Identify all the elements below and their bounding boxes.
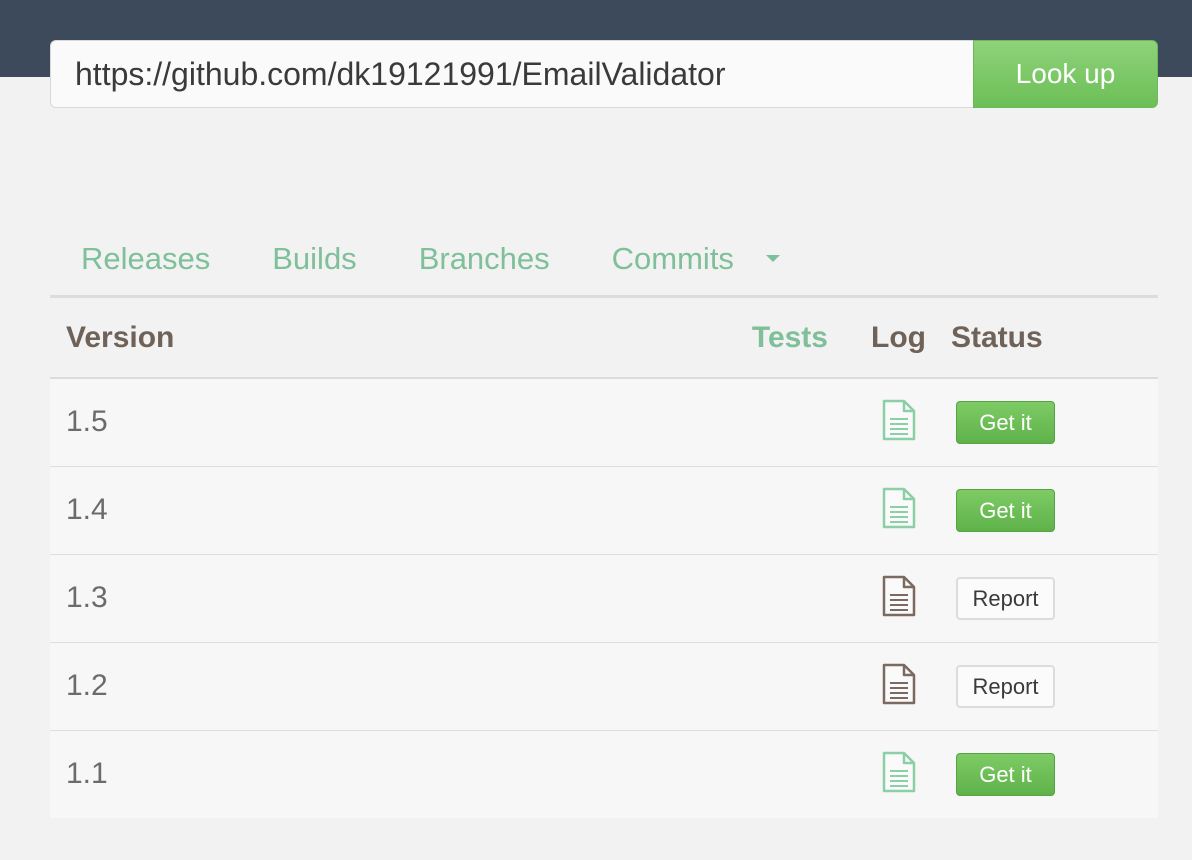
get-it-button[interactable]: Get it — [956, 400, 1055, 444]
table-row: 1.2 Report — [50, 642, 1158, 730]
log-cell — [861, 730, 936, 818]
repo-url-input[interactable] — [50, 40, 973, 108]
version-cell: 1.3 — [66, 581, 108, 614]
log-cell — [861, 466, 936, 554]
tests-cell — [750, 642, 861, 730]
get-it-button[interactable]: Get it — [956, 752, 1055, 796]
tab-label: Branches — [418, 240, 550, 276]
status-cell: Report — [936, 642, 1158, 730]
log-cell — [861, 378, 936, 466]
log-cell — [861, 554, 936, 642]
version-cell: 1.1 — [66, 757, 108, 791]
table-row: 1.4 Get it — [50, 466, 1158, 554]
column-header-status: Status — [936, 298, 1158, 379]
version-cell: 1.4 — [66, 493, 108, 526]
version-cell: 1.5 — [66, 405, 108, 439]
report-button[interactable]: Report — [956, 664, 1055, 708]
tab-label: Releases — [81, 240, 211, 276]
log-cell — [861, 642, 936, 730]
tab-builds[interactable]: Builds — [241, 229, 387, 289]
status-cell: Get it — [936, 378, 1158, 466]
status-cell: Get it — [936, 730, 1158, 818]
status-cell: Get it — [936, 466, 1158, 554]
search-bar: Look up — [50, 40, 1158, 108]
tab-label: Builds — [272, 240, 357, 276]
tests-cell — [750, 730, 861, 818]
column-header-version: Version — [50, 298, 750, 379]
tab-label: Commits — [611, 240, 734, 276]
table-row: 1.1 Get it — [50, 730, 1158, 818]
log-file-icon[interactable] — [880, 575, 918, 617]
tests-cell — [750, 378, 861, 466]
tests-cell — [750, 554, 861, 642]
log-file-icon[interactable] — [880, 399, 918, 441]
get-it-button[interactable]: Get it — [956, 488, 1055, 532]
tab-branches[interactable]: Branches — [388, 229, 581, 289]
report-button[interactable]: Report — [956, 576, 1055, 620]
versions-table: Version Tests Log Status 1.5 Get it 1.4 Get… — [50, 298, 1158, 818]
status-cell: Report — [936, 554, 1158, 642]
tab-bar: Releases Builds Branches Commits — [50, 222, 1158, 298]
table-header-row: Version Tests Log Status — [50, 298, 1158, 379]
log-file-icon[interactable] — [880, 663, 918, 705]
table-row: 1.3 Report — [50, 554, 1158, 642]
look-up-button[interactable]: Look up — [973, 40, 1158, 108]
table-body: 1.5 Get it 1.4 Get it 1.3 Report 1.2 Report 1.1 G… — [50, 378, 1158, 818]
column-header-tests[interactable]: Tests — [750, 298, 861, 379]
tab-commits[interactable]: Commits — [581, 229, 811, 289]
version-cell: 1.2 — [66, 669, 108, 702]
log-file-icon[interactable] — [880, 487, 918, 529]
column-header-log: Log — [861, 298, 936, 379]
chevron-down-icon[interactable] — [765, 255, 780, 262]
tab-releases[interactable]: Releases — [50, 229, 241, 289]
tests-cell — [750, 466, 861, 554]
log-file-icon[interactable] — [880, 751, 918, 793]
table-row: 1.5 Get it — [50, 378, 1158, 466]
